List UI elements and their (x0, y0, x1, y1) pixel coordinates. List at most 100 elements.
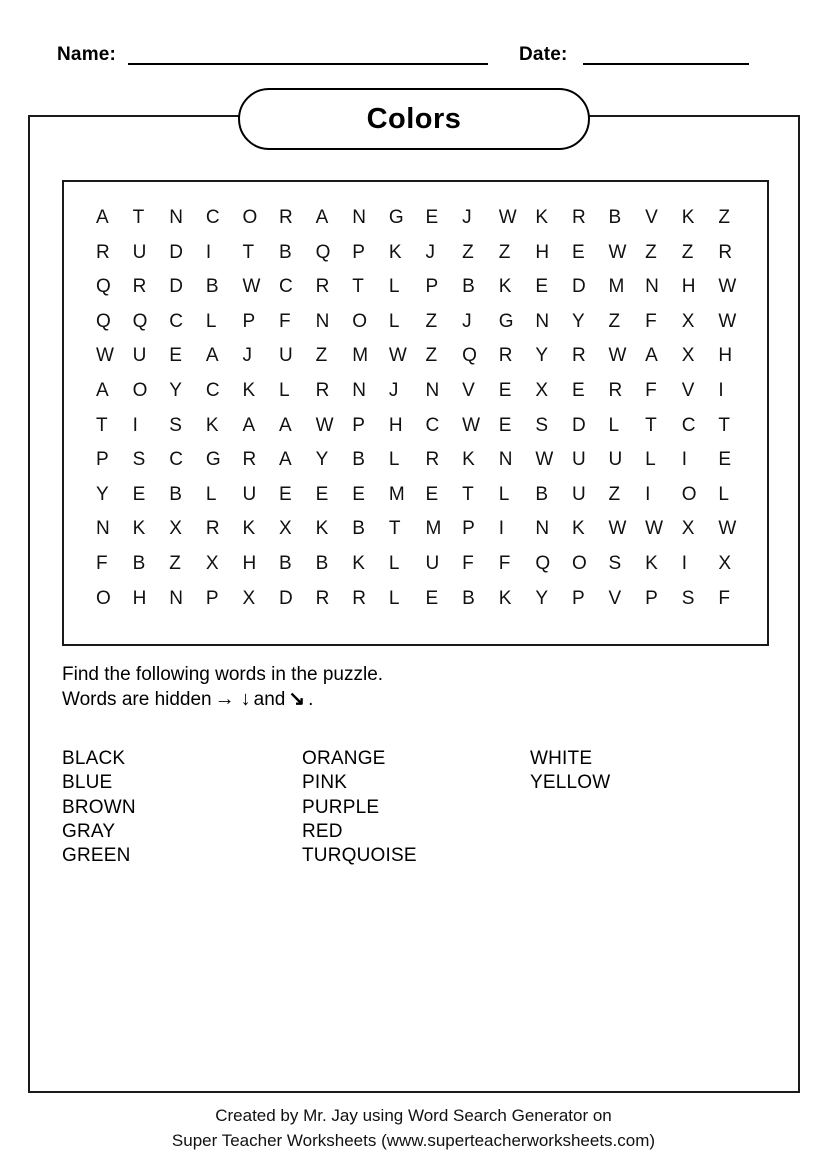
grid-cell[interactable]: F (462, 547, 499, 582)
grid-cell[interactable]: L (279, 374, 316, 409)
grid-cell[interactable]: W (718, 512, 755, 547)
word-list-item[interactable]: GRAY (62, 820, 302, 844)
grid-cell[interactable]: M (609, 270, 646, 305)
grid-cell[interactable]: N (425, 374, 462, 409)
grid-cell[interactable]: A (242, 409, 279, 444)
grid-cell[interactable]: G (499, 305, 536, 340)
grid-cell[interactable]: O (572, 547, 609, 582)
grid-cell[interactable]: I (499, 512, 536, 547)
grid-cell[interactable]: J (462, 201, 499, 236)
grid-cell[interactable]: K (645, 547, 682, 582)
grid-cell[interactable]: U (242, 478, 279, 513)
grid-cell[interactable]: W (242, 270, 279, 305)
grid-cell[interactable]: J (242, 339, 279, 374)
grid-cell[interactable]: O (96, 582, 133, 617)
grid-cell[interactable]: N (352, 374, 389, 409)
grid-cell[interactable]: E (499, 374, 536, 409)
grid-cell[interactable]: Q (133, 305, 170, 340)
grid-cell[interactable]: K (462, 443, 499, 478)
grid-cell[interactable]: I (645, 478, 682, 513)
grid-cell[interactable]: C (169, 443, 206, 478)
grid-cell[interactable]: L (206, 478, 243, 513)
grid-cell[interactable]: V (462, 374, 499, 409)
grid-cell[interactable]: X (279, 512, 316, 547)
grid-cell[interactable]: Z (169, 547, 206, 582)
grid-cell[interactable]: L (499, 478, 536, 513)
grid-cell[interactable]: I (682, 547, 719, 582)
grid-cell[interactable]: B (462, 270, 499, 305)
grid-cell[interactable]: R (609, 374, 646, 409)
grid-cell[interactable]: E (133, 478, 170, 513)
grid-cell[interactable]: E (425, 478, 462, 513)
grid-cell[interactable]: C (206, 374, 243, 409)
grid-cell[interactable]: R (352, 582, 389, 617)
grid-cell[interactable]: P (425, 270, 462, 305)
grid-cell[interactable]: V (609, 582, 646, 617)
grid-cell[interactable]: R (718, 236, 755, 271)
grid-cell[interactable]: P (352, 236, 389, 271)
grid-cell[interactable]: K (242, 374, 279, 409)
grid-cell[interactable]: K (242, 512, 279, 547)
grid-cell[interactable]: N (535, 512, 572, 547)
grid-cell[interactable]: O (242, 201, 279, 236)
grid-cell[interactable]: I (206, 236, 243, 271)
grid-cell[interactable]: N (169, 582, 206, 617)
word-list-item[interactable]: YELLOW (530, 771, 730, 795)
grid-cell[interactable]: Q (535, 547, 572, 582)
grid-cell[interactable]: W (718, 305, 755, 340)
grid-cell[interactable]: Y (535, 339, 572, 374)
grid-cell[interactable]: W (609, 512, 646, 547)
grid-cell[interactable]: T (352, 270, 389, 305)
grid-cell[interactable]: G (389, 201, 426, 236)
grid-cell[interactable]: X (682, 305, 719, 340)
grid-cell[interactable]: S (169, 409, 206, 444)
grid-cell[interactable]: X (718, 547, 755, 582)
grid-cell[interactable]: S (535, 409, 572, 444)
grid-cell[interactable]: E (169, 339, 206, 374)
grid-cell[interactable]: Z (425, 305, 462, 340)
grid-cell[interactable]: C (279, 270, 316, 305)
grid-cell[interactable]: D (572, 270, 609, 305)
grid-cell[interactable]: B (352, 512, 389, 547)
grid-cell[interactable]: E (352, 478, 389, 513)
word-list-item[interactable]: ORANGE (302, 747, 530, 771)
grid-cell[interactable]: D (169, 270, 206, 305)
grid-cell[interactable]: A (316, 201, 353, 236)
grid-cell[interactable]: K (682, 201, 719, 236)
grid-cell[interactable]: L (389, 270, 426, 305)
grid-cell[interactable]: X (242, 582, 279, 617)
grid-cell[interactable]: R (133, 270, 170, 305)
grid-cell[interactable]: L (389, 582, 426, 617)
grid-cell[interactable]: U (279, 339, 316, 374)
grid-cell[interactable]: B (352, 443, 389, 478)
grid-cell[interactable]: Z (718, 201, 755, 236)
grid-cell[interactable]: W (96, 339, 133, 374)
grid-cell[interactable]: N (96, 512, 133, 547)
grid-cell[interactable]: C (169, 305, 206, 340)
grid-cell[interactable]: B (169, 478, 206, 513)
grid-cell[interactable]: L (609, 409, 646, 444)
grid-cell[interactable]: R (206, 512, 243, 547)
word-list-item[interactable]: BLACK (62, 747, 302, 771)
grid-cell[interactable]: B (609, 201, 646, 236)
grid-cell[interactable]: K (133, 512, 170, 547)
grid-cell[interactable]: Q (462, 339, 499, 374)
grid-cell[interactable]: R (572, 201, 609, 236)
grid-cell[interactable]: B (206, 270, 243, 305)
grid-cell[interactable]: I (718, 374, 755, 409)
grid-cell[interactable]: T (718, 409, 755, 444)
word-list-item[interactable]: PINK (302, 771, 530, 795)
word-list-item[interactable]: RED (302, 820, 530, 844)
grid-cell[interactable]: F (645, 305, 682, 340)
grid-cell[interactable]: A (206, 339, 243, 374)
grid-cell[interactable]: Z (609, 478, 646, 513)
grid-cell[interactable]: E (535, 270, 572, 305)
word-list-item[interactable]: BROWN (62, 796, 302, 820)
grid-cell[interactable]: P (206, 582, 243, 617)
grid-cell[interactable]: U (133, 236, 170, 271)
grid-cell[interactable]: F (645, 374, 682, 409)
grid-cell[interactable]: S (133, 443, 170, 478)
grid-cell[interactable]: E (572, 236, 609, 271)
grid-cell[interactable]: A (96, 201, 133, 236)
grid-cell[interactable]: Q (316, 236, 353, 271)
